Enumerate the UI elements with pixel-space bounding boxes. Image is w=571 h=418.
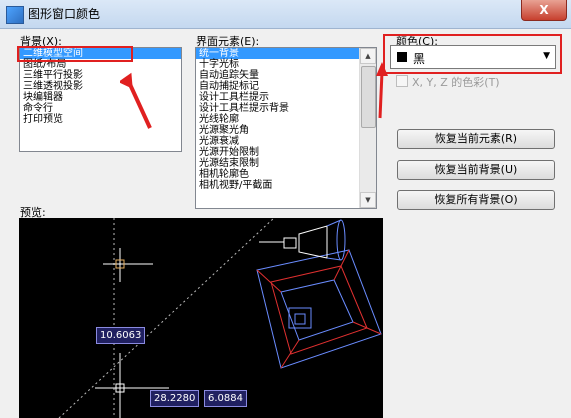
element-list-item[interactable]: 相机视野/平截面 <box>196 180 376 191</box>
graphics-window-colors-dialog: 图形窗口颜色 X 背景(X): 二维模型空间 图纸/布局 三维平行投影 三维透视投影块… <box>0 0 571 418</box>
element-list-item[interactable]: 光线轮廓 <box>196 114 376 125</box>
annotation-highlight-context <box>17 46 133 62</box>
window-title: 图形窗口颜色 <box>28 7 101 21</box>
interface-element-listbox[interactable]: 统一背景 十字光标 自动追踪矢量 自动捕捉标记 设计工具栏提示 设计工具栏提示背景 光线轮廓… <box>195 47 377 209</box>
xyz-tint-checkbox[interactable] <box>396 75 408 87</box>
title-bar: 图形窗口颜色 X <box>0 0 571 29</box>
element-list-item[interactable]: 自动追踪矢量 <box>196 70 376 81</box>
close-button[interactable]: X <box>521 0 567 21</box>
app-icon <box>6 6 24 24</box>
restore-all-contexts-button[interactable]: 恢复所有背景(O) <box>397 190 555 210</box>
element-list-item[interactable]: 光源聚光角 <box>196 125 376 136</box>
preview-canvas: 10.6063 28.2280 6.0884 <box>19 218 383 418</box>
element-list-item[interactable]: 设计工具栏提示背景 <box>196 103 376 114</box>
element-list-item[interactable]: 光源结束限制 <box>196 158 376 169</box>
element-list-item[interactable]: 相机轮廓色 <box>196 169 376 180</box>
element-list-item[interactable]: 十字光标 <box>196 59 376 70</box>
crosshair-cursor-icon <box>95 353 169 418</box>
dimension-horizontal: 28.2280 <box>150 390 200 407</box>
dimension-secondary: 6.0884 <box>204 390 247 407</box>
element-list-item[interactable]: 统一背景 <box>196 48 376 59</box>
dimension-vertical: 10.6063 <box>96 327 146 344</box>
element-list-item[interactable]: 光源衰减 <box>196 136 376 147</box>
autosnap-marker-icon <box>103 248 153 282</box>
element-list-item[interactable]: 自动捕捉标记 <box>196 81 376 92</box>
restore-current-context-button[interactable]: 恢复当前背景(U) <box>397 160 555 180</box>
annotation-arrow-icon <box>120 72 152 129</box>
annotation-arrow-2-icon <box>376 62 388 119</box>
element-list-item[interactable]: 光源开始限制 <box>196 147 376 158</box>
element-list-item[interactable]: 设计工具栏提示 <box>196 92 376 103</box>
annotation-highlight-color <box>383 34 562 74</box>
restore-current-element-button[interactable]: 恢复当前元素(R) <box>397 129 555 149</box>
scroll-down-arrow-icon[interactable]: ▼ <box>360 192 376 208</box>
xyz-tint-label: X, Y, Z 的色彩(T) <box>412 76 500 89</box>
